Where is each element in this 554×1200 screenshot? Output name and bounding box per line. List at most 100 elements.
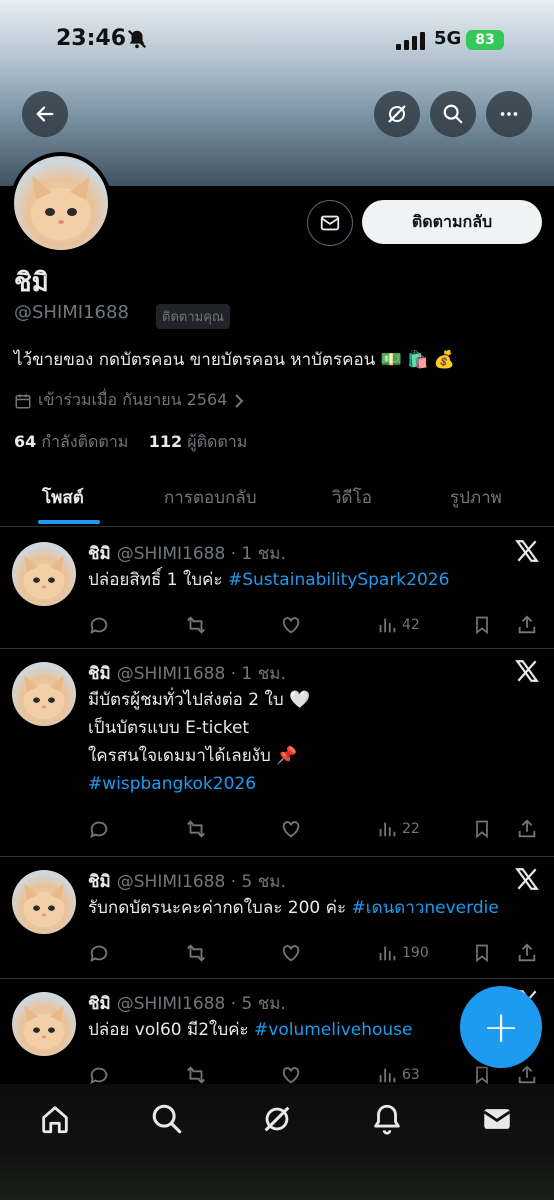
- arrow-left-icon: [36, 106, 54, 122]
- heart-icon: [282, 821, 300, 838]
- reply-button[interactable]: [88, 1064, 110, 1086]
- compose-button[interactable]: +: [460, 986, 542, 1068]
- x-logo-icon: [515, 660, 539, 682]
- post-avatar[interactable]: [12, 870, 76, 934]
- reply-button[interactable]: [88, 942, 110, 964]
- share-button[interactable]: [516, 942, 538, 964]
- back-button[interactable]: [22, 91, 68, 137]
- home-icon[interactable]: [38, 1102, 72, 1136]
- views-icon: [379, 946, 396, 961]
- post-avatar[interactable]: [12, 992, 76, 1056]
- like-button[interactable]: [280, 614, 302, 636]
- post-hashtag[interactable]: #เดนดาวneverdie: [352, 898, 499, 918]
- share-icon: [518, 943, 536, 962]
- post-author-name[interactable]: ชิมิ: [88, 872, 111, 892]
- repost-button[interactable]: [184, 818, 208, 840]
- views-count: 63: [402, 1067, 420, 1083]
- bookmark-icon: [476, 944, 488, 963]
- reply-button[interactable]: [88, 818, 110, 840]
- followers-label: ผู้ติดตาม: [187, 432, 248, 451]
- share-button[interactable]: [516, 818, 538, 840]
- views-button[interactable]: 63: [376, 1064, 420, 1086]
- follow-back-button[interactable]: ติดตามกลับ: [362, 200, 542, 244]
- repost-icon: [187, 944, 205, 962]
- like-button[interactable]: [280, 818, 302, 840]
- calendar-icon: [15, 393, 31, 408]
- tab-photos[interactable]: รูปภาพ: [450, 484, 502, 511]
- bottom-nav: [0, 1084, 554, 1200]
- bookmark-button[interactable]: [472, 614, 492, 636]
- followers-count: 112: [148, 432, 183, 451]
- views-icon: [379, 1068, 396, 1083]
- search-button[interactable]: [430, 91, 476, 137]
- post-author-name[interactable]: ชิมิ: [88, 994, 111, 1014]
- profile-tabs: โพสต์ การตอบกลับ วิดีโอ รูปภาพ: [0, 468, 554, 527]
- followers-link[interactable]: 112 ผู้ติดตาม: [149, 432, 248, 451]
- post-meta: @SHIMI1688 · 1 ชม.: [116, 544, 286, 564]
- post-source: [514, 866, 540, 892]
- tab-videos[interactable]: วิดีโอ: [332, 484, 372, 511]
- grok-button[interactable]: [374, 91, 420, 137]
- post-text-line: เป็นบัตรแบบ E-ticket: [88, 718, 250, 738]
- post-meta: @SHIMI1688 · 5 ชม.: [116, 872, 286, 892]
- tab-posts[interactable]: โพสต์: [42, 484, 84, 511]
- post-hashtag[interactable]: #SustainabilitySpark2026: [228, 570, 449, 590]
- message-button[interactable]: [307, 200, 353, 246]
- cellular-signal-icon: [396, 32, 425, 50]
- views-count: 42: [402, 617, 420, 633]
- bookmark-icon: [476, 1066, 488, 1085]
- bookmark-button[interactable]: [472, 818, 492, 840]
- grok-icon[interactable]: [260, 1102, 294, 1136]
- reply-icon: [90, 945, 108, 963]
- post-item[interactable]: ชิมิ @SHIMI1688 · 5 ชม. รับกดบัตรนะคะค่ากด…: [0, 856, 554, 979]
- post-avatar[interactable]: [12, 542, 76, 606]
- post-text: ปล่อย vol60 มี2ใบค่ะ #volumelivehouse: [88, 1016, 413, 1044]
- reply-button[interactable]: [88, 614, 110, 636]
- following-link[interactable]: 64 กำลังติดตาม: [14, 432, 128, 451]
- bookmark-button[interactable]: [472, 1064, 492, 1086]
- post-item[interactable]: ชิมิ @SHIMI1688 · 1 ชม. ปล่อยสิทธิ์ 1 ใบค่…: [0, 528, 554, 649]
- post-item[interactable]: ชิมิ @SHIMI1688 · 1 ชม. มีบัตรผู้ชมทั่วไปส…: [0, 648, 554, 857]
- like-button[interactable]: [280, 942, 302, 964]
- share-button[interactable]: [516, 614, 538, 636]
- post-hashtag[interactable]: #wispbangkok2026: [88, 774, 256, 794]
- post-hashtag[interactable]: #volumelivehouse: [254, 1020, 412, 1040]
- tab-replies[interactable]: การตอบกลับ: [164, 484, 257, 511]
- share-button[interactable]: [516, 1064, 538, 1086]
- views-button[interactable]: 190: [376, 942, 429, 964]
- repost-button[interactable]: [184, 1064, 208, 1086]
- heart-icon: [282, 617, 300, 634]
- repost-button[interactable]: [184, 942, 208, 964]
- search-icon[interactable]: [150, 1102, 184, 1136]
- messages-icon[interactable]: [480, 1102, 514, 1136]
- notifications-icon[interactable]: [370, 1102, 404, 1136]
- post-header: ชิมิ @SHIMI1688 · 5 ชม.: [88, 990, 286, 1017]
- post-text: ปล่อยสิทธิ์ 1 ใบค่ะ #SustainabilitySpark…: [88, 566, 449, 594]
- repost-button[interactable]: [184, 614, 208, 636]
- post-avatar[interactable]: [12, 662, 76, 726]
- repost-icon: [187, 616, 205, 634]
- like-button[interactable]: [280, 1064, 302, 1086]
- post-meta: @SHIMI1688 · 5 ชม.: [116, 994, 286, 1014]
- post-source: [514, 658, 540, 684]
- views-button[interactable]: 22: [376, 818, 420, 840]
- post-source: [514, 538, 540, 564]
- post-author-name[interactable]: ชิมิ: [88, 664, 111, 684]
- joined-label: เข้าร่วมเมื่อ กันยายน 2564: [38, 390, 228, 409]
- profile-avatar[interactable]: [10, 152, 112, 254]
- follow-counts: 64 กำลังติดตาม 112 ผู้ติดตาม: [14, 430, 247, 455]
- plus-icon: +: [482, 1001, 520, 1053]
- post-author-name[interactable]: ชิมิ: [88, 544, 111, 564]
- envelope-icon: [320, 215, 340, 231]
- post-meta: @SHIMI1688 · 1 ชม.: [116, 664, 286, 684]
- post-actions: 42: [88, 614, 540, 640]
- kitten-avatar-icon: [23, 1005, 65, 1050]
- views-button[interactable]: 42: [376, 614, 420, 636]
- share-icon: [518, 615, 536, 634]
- more-button[interactable]: [486, 91, 532, 137]
- follows-you-badge: ติดตามคุณ: [156, 304, 230, 329]
- repost-icon: [187, 820, 205, 838]
- bookmark-icon: [476, 820, 488, 839]
- post-header: ชิมิ @SHIMI1688 · 5 ชม.: [88, 868, 286, 895]
- bookmark-button[interactable]: [472, 942, 492, 964]
